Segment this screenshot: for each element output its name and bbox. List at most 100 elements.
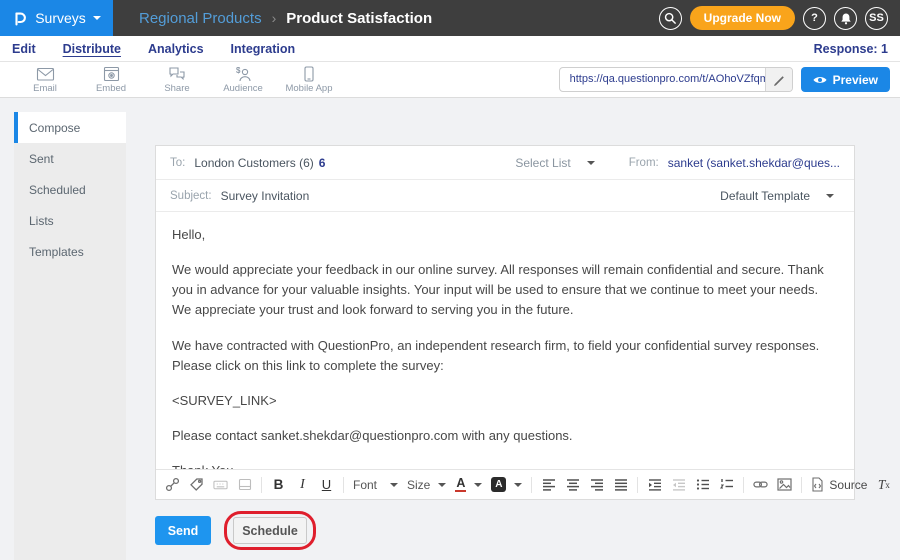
recipients-row: To: London Customers (6) 6 Select List F… [156, 146, 854, 180]
compose-actions: Send Schedule [155, 511, 316, 550]
surveys-menu[interactable]: Surveys [0, 0, 113, 36]
distribute-channel-bar: Email Embed Share $ [0, 62, 900, 98]
sidebar-item-scheduled[interactable]: Scheduled [14, 174, 126, 205]
response-count[interactable]: Response: 1 [814, 42, 888, 56]
subject-row: Subject: Survey Invitation Default Templ… [156, 180, 854, 212]
email-body-editor[interactable]: Hello, We would appreciate your feedback… [156, 212, 854, 469]
questionpro-logo-icon [12, 10, 28, 26]
channel-label: Share [164, 83, 189, 94]
recipient-count: 6 [319, 156, 326, 170]
remove-format-button[interactable]: Tx [876, 475, 891, 495]
align-left-icon[interactable] [541, 475, 556, 495]
remove-format-letter: T [878, 477, 886, 493]
body-paragraph: Please contact sanket.shekdar@questionpr… [172, 426, 838, 446]
chevron-down-icon [390, 483, 398, 487]
image-icon[interactable] [777, 475, 792, 495]
channel-audience[interactable]: $ Audience [210, 65, 276, 94]
channel-mobile-app[interactable]: Mobile App [276, 65, 342, 94]
preview-button[interactable]: Preview [801, 67, 890, 92]
source-button[interactable]: Source [811, 477, 867, 492]
template-label: Default Template [720, 189, 810, 203]
send-button[interactable]: Send [155, 516, 211, 545]
indent-decrease-icon[interactable] [671, 475, 686, 495]
tab-analytics[interactable]: Analytics [148, 42, 204, 56]
keyboard-icon[interactable] [213, 475, 228, 495]
survey-url[interactable]: https://qa.questionpro.com/t/AOhoVZfqml [560, 68, 765, 91]
sidebar-item-sent[interactable]: Sent [14, 143, 126, 174]
from-label: From: [629, 157, 659, 169]
help-button[interactable]: ? [803, 7, 826, 30]
email-envelope-icon [36, 66, 55, 82]
upgrade-now-button[interactable]: Upgrade Now [690, 6, 795, 30]
link-icon[interactable] [165, 475, 180, 495]
underline-button[interactable]: U [319, 475, 334, 495]
bg-color-letter: A [491, 477, 506, 492]
search-icon[interactable] [659, 7, 682, 30]
toolbar-divider [801, 477, 802, 493]
eye-icon [813, 75, 827, 85]
sidebar-item-templates[interactable]: Templates [14, 236, 126, 267]
source-document-icon [811, 477, 824, 492]
align-right-icon[interactable] [589, 475, 604, 495]
avatar[interactable]: SS [865, 7, 888, 30]
text-color-letter: A [455, 477, 466, 493]
tab-edit[interactable]: Edit [12, 42, 36, 56]
indent-increase-icon[interactable] [647, 475, 662, 495]
mobile-phone-icon [303, 66, 315, 82]
body-paragraph: Thank You [172, 461, 838, 469]
font-dropdown[interactable]: Font [353, 478, 398, 492]
edit-url-pencil-icon[interactable] [765, 68, 792, 91]
subject-input[interactable]: Survey Invitation [221, 189, 310, 203]
channel-embed[interactable]: Embed [78, 65, 144, 94]
background-color-button[interactable]: A [491, 477, 522, 492]
align-justify-icon[interactable] [613, 475, 628, 495]
chevron-down-icon [514, 483, 522, 487]
preview-label: Preview [833, 73, 878, 87]
hyperlink-chain-icon[interactable] [753, 475, 768, 495]
chevron-down-icon [826, 194, 834, 198]
toolbar-divider [261, 477, 262, 493]
svg-text:$: $ [236, 66, 241, 75]
select-list-label: Select List [515, 156, 570, 170]
body-paragraph: We have contracted with QuestionPro, an … [172, 336, 838, 376]
channel-label: Mobile App [285, 83, 332, 94]
channel-label: Audience [223, 83, 263, 94]
channel-label: Embed [96, 83, 126, 94]
toolbar-divider [531, 477, 532, 493]
from-group: From: sanket (sanket.shekdar@ques... [629, 156, 840, 170]
embed-window-icon [103, 66, 120, 82]
bold-button[interactable]: B [271, 475, 286, 495]
channel-email[interactable]: Email [12, 65, 78, 94]
bullet-list-icon[interactable] [695, 475, 710, 495]
size-dropdown-label: Size [407, 478, 430, 492]
top-header: Surveys Regional Products › Product Sati… [0, 0, 900, 36]
align-center-icon[interactable] [565, 475, 580, 495]
survey-link-group: https://qa.questionpro.com/t/AOhoVZfqml … [559, 67, 890, 92]
breadcrumb-parent[interactable]: Regional Products [139, 10, 262, 27]
toolbar-divider [343, 477, 344, 493]
select-list-dropdown[interactable]: Select List [515, 156, 594, 170]
to-label: To: [170, 157, 185, 169]
subject-label: Subject: [170, 190, 212, 202]
template-dropdown[interactable]: Default Template [720, 189, 834, 203]
iframe-window-icon[interactable] [237, 475, 252, 495]
audience-people-icon: $ [234, 66, 252, 82]
tab-integration[interactable]: Integration [231, 42, 296, 56]
italic-button[interactable]: I [295, 475, 310, 495]
toolbar-divider [637, 477, 638, 493]
schedule-button[interactable]: Schedule [233, 517, 307, 544]
body-paragraph: <SURVEY_LINK> [172, 391, 838, 411]
numbered-list-icon[interactable] [719, 475, 734, 495]
size-dropdown[interactable]: Size [407, 478, 446, 492]
font-dropdown-label: Font [353, 478, 377, 492]
tab-distribute[interactable]: Distribute [63, 42, 121, 56]
chevron-down-icon [438, 483, 446, 487]
sidebar-item-lists[interactable]: Lists [14, 205, 126, 236]
from-value[interactable]: sanket (sanket.shekdar@ques... [668, 156, 840, 170]
to-value[interactable]: London Customers (6) [194, 156, 313, 170]
sidebar-item-compose[interactable]: Compose [14, 112, 126, 143]
text-color-button[interactable]: A [455, 477, 482, 493]
channel-share[interactable]: Share [144, 65, 210, 94]
tag-icon[interactable] [189, 475, 204, 495]
notifications-bell-icon[interactable] [834, 7, 857, 30]
